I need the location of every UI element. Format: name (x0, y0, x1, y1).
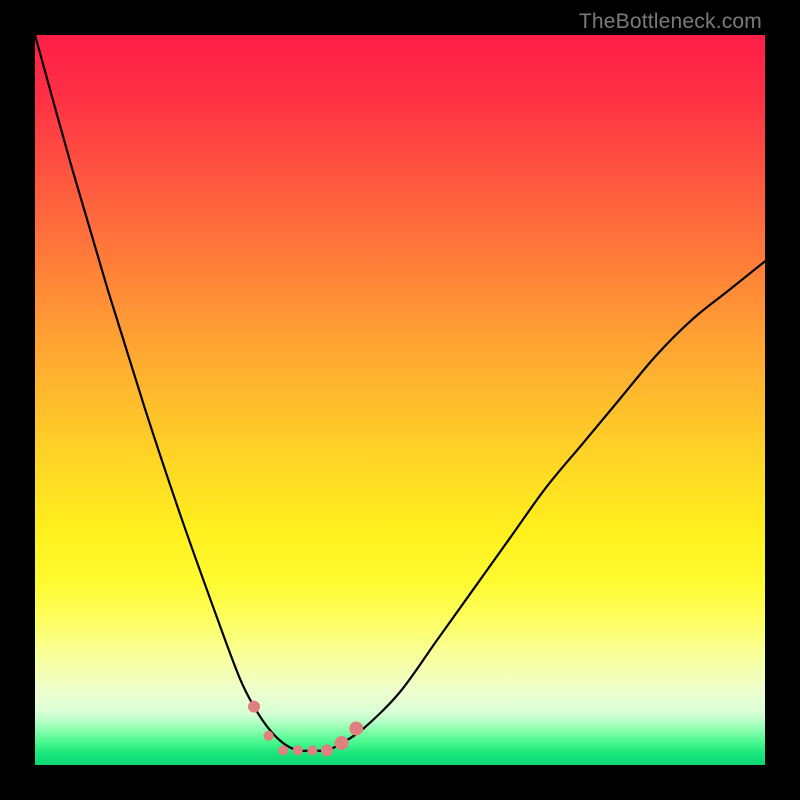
curve-marker (293, 745, 303, 755)
curve-marker (278, 745, 288, 755)
optimal-range-markers (248, 701, 363, 757)
chart-stage: TheBottleneck.com (0, 0, 800, 800)
curve-marker (321, 744, 333, 756)
chart-overlay-svg (35, 35, 765, 765)
attribution-text: TheBottleneck.com (579, 10, 762, 34)
curve-marker (307, 745, 317, 755)
bottleneck-curve (35, 35, 765, 751)
curve-marker (248, 701, 260, 713)
plot-area (35, 35, 765, 765)
curve-marker (335, 736, 349, 750)
curve-marker (264, 731, 274, 741)
curve-marker (349, 722, 363, 736)
